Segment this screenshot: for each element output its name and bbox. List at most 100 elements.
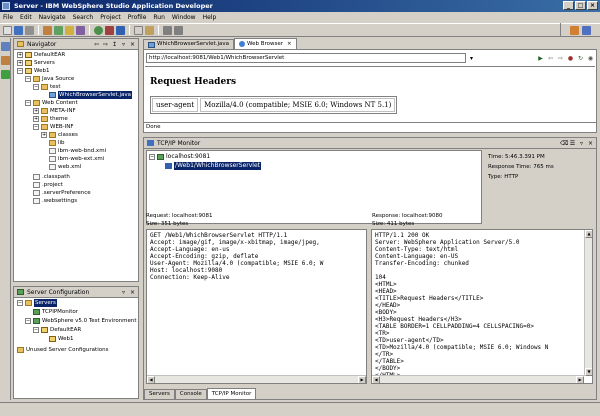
new-package-icon[interactable] bbox=[65, 25, 74, 35]
tree-item-java-source[interactable]: − Java Source bbox=[25, 75, 74, 83]
xml-file-icon bbox=[49, 164, 56, 170]
tab-tcpip-monitor[interactable]: TCP/IP Monitor bbox=[206, 388, 257, 399]
menu-dropdown-icon[interactable]: ▿ bbox=[120, 289, 127, 296]
tree-item-web1[interactable]: − Web1 bbox=[17, 67, 50, 75]
scroll-right-icon[interactable]: ▶ bbox=[358, 376, 366, 383]
tree-item-lib[interactable]: lib bbox=[49, 139, 65, 147]
tree-item-web1[interactable]: Web1 bbox=[49, 335, 74, 343]
response-body-pane[interactable]: HTTP/1.1 200 OK Server: WebSphere Applic… bbox=[371, 229, 593, 384]
request-body-pane[interactable]: GET /Web1/WhichBrowserServlet HTTP/1.1 A… bbox=[146, 229, 367, 384]
properties-icon[interactable]: ☰ bbox=[569, 140, 576, 147]
folder-icon bbox=[49, 140, 56, 146]
tree-item-meta-inf[interactable]: + META-INF bbox=[33, 107, 76, 115]
tree-item-websphere-v5[interactable]: − WebSphere v5.0 Test Environment bbox=[25, 317, 137, 325]
forward-arrow-icon[interactable]: ⇨ bbox=[102, 41, 109, 48]
tab-servers[interactable]: Servers bbox=[144, 389, 175, 399]
tab-console[interactable]: Console bbox=[174, 389, 207, 399]
url-input[interactable] bbox=[146, 53, 466, 63]
forward-icon[interactable]: ⇨ bbox=[557, 55, 564, 62]
open-project-icon[interactable] bbox=[43, 25, 52, 35]
tree-item-host[interactable]: − localhost:9081 bbox=[149, 153, 210, 161]
maximize-button[interactable]: □ bbox=[575, 1, 586, 10]
menu-window[interactable]: Window bbox=[172, 14, 196, 21]
search-icon[interactable] bbox=[134, 25, 143, 35]
server-perspective-icon[interactable] bbox=[582, 25, 591, 35]
menu-search[interactable]: Search bbox=[73, 14, 94, 21]
profile-icon[interactable] bbox=[116, 25, 125, 35]
go-icon[interactable]: ▶ bbox=[537, 55, 544, 62]
menu-navigate[interactable]: Navigate bbox=[39, 14, 66, 21]
tree-item-project[interactable]: .project bbox=[33, 181, 63, 189]
response-vscroll[interactable]: ▲ ▼ bbox=[584, 230, 592, 376]
menu-help[interactable]: Help bbox=[203, 14, 217, 21]
tree-item-unused-configs[interactable]: Unused Server Configurations bbox=[17, 346, 108, 354]
web-globe-icon[interactable]: ◉ bbox=[587, 55, 594, 62]
minimize-button[interactable]: _ bbox=[563, 1, 574, 10]
back-icon[interactable]: ⇦ bbox=[547, 55, 554, 62]
tree-item-whichbrowserservlet-java[interactable]: WhichBrowserServlet.java bbox=[49, 91, 132, 99]
request-hscroll[interactable]: ◀ ▶ bbox=[147, 375, 366, 383]
scroll-up-icon[interactable]: ▲ bbox=[585, 230, 592, 238]
tree-item-defaultear[interactable]: + DefaultEAR bbox=[17, 51, 65, 59]
server-configuration-panel: Server Configuration ▿ × − Servers TCPIPM… bbox=[13, 286, 139, 399]
tree-item-ibm-web-ext[interactable]: ibm-web-ext.xmi bbox=[49, 155, 104, 163]
tab-whichbrowserservlet-java[interactable]: WhichBrowserServlet.java bbox=[143, 39, 234, 49]
tree-item-web-content[interactable]: − Web Content bbox=[25, 99, 78, 107]
server-perspective-icon[interactable] bbox=[1, 70, 10, 79]
menu-run[interactable]: Run bbox=[153, 14, 165, 21]
view-menu-icon[interactable]: ▿ bbox=[578, 140, 585, 147]
clear-icon[interactable]: ⌫ bbox=[560, 140, 568, 147]
forward-icon[interactable] bbox=[174, 25, 183, 35]
tree-item-theme[interactable]: + theme bbox=[33, 115, 68, 123]
scroll-right-icon[interactable]: ▶ bbox=[576, 376, 584, 383]
back-icon[interactable] bbox=[163, 25, 172, 35]
scroll-left-icon[interactable]: ◀ bbox=[372, 376, 380, 383]
open-type-icon[interactable] bbox=[145, 25, 154, 35]
new-file-icon[interactable] bbox=[76, 25, 85, 35]
tree-item-test[interactable]: − test bbox=[33, 83, 61, 91]
stop-icon[interactable]: ● bbox=[567, 55, 574, 62]
url-dropdown-icon[interactable]: ▾ bbox=[468, 55, 475, 62]
close-tab-icon[interactable]: × bbox=[287, 40, 292, 49]
open-perspective-icon[interactable] bbox=[1, 42, 10, 51]
close-view-icon[interactable]: × bbox=[129, 289, 136, 296]
print-icon[interactable] bbox=[25, 25, 34, 35]
close-view-icon[interactable]: × bbox=[587, 140, 594, 147]
up-folder-icon[interactable]: ↥ bbox=[111, 41, 118, 48]
new-icon[interactable] bbox=[3, 25, 12, 35]
run-icon[interactable] bbox=[94, 25, 103, 35]
menu-profile[interactable]: Profile bbox=[128, 14, 147, 21]
menu-edit[interactable]: Edit bbox=[20, 14, 32, 21]
refresh-icon[interactable]: ↻ bbox=[577, 55, 584, 62]
perspective-icon[interactable] bbox=[570, 25, 579, 35]
tree-item-request[interactable]: /Web1/WhichBrowserServlet bbox=[165, 162, 261, 170]
tree-item-classes[interactable]: + classes bbox=[41, 131, 78, 139]
tree-item-web-inf[interactable]: − WEB-INF bbox=[33, 123, 74, 131]
tree-item-servers[interactable]: − Servers bbox=[17, 299, 57, 307]
close-button[interactable]: × bbox=[587, 1, 598, 10]
web-perspective-icon[interactable] bbox=[1, 56, 10, 65]
tree-item-classpath[interactable]: .classpath bbox=[33, 173, 70, 181]
tree-item-tcpipmonitor[interactable]: TCPIPMonitor bbox=[33, 308, 78, 316]
scroll-down-icon[interactable]: ▼ bbox=[585, 368, 592, 376]
close-view-icon[interactable]: × bbox=[129, 41, 136, 48]
tab-web-browser[interactable]: Web Browser × bbox=[233, 38, 297, 49]
tree-item-servers[interactable]: + Servers bbox=[17, 59, 55, 67]
scroll-left-icon[interactable]: ◀ bbox=[147, 376, 155, 383]
folder-icon bbox=[33, 76, 40, 82]
tree-item-serverpreference[interactable]: .serverPreference bbox=[33, 189, 91, 197]
debug-icon[interactable] bbox=[105, 25, 114, 35]
menu-file[interactable]: File bbox=[3, 14, 13, 21]
menu-project[interactable]: Project bbox=[100, 14, 121, 21]
back-arrow-icon[interactable]: ⇦ bbox=[93, 41, 100, 48]
tree-item-web-xml[interactable]: web.xml bbox=[49, 163, 81, 171]
new-class-icon[interactable] bbox=[54, 25, 63, 35]
response-hscroll[interactable]: ◀ ▶ bbox=[372, 375, 584, 383]
request-body: GET /Web1/WhichBrowserServlet HTTP/1.1 A… bbox=[150, 232, 324, 281]
status-bar bbox=[0, 402, 600, 416]
tree-item-defaultear[interactable]: − DefaultEAR bbox=[33, 326, 81, 334]
tree-item-websettings[interactable]: .websettings bbox=[33, 197, 77, 205]
filter-icon[interactable]: ▿ bbox=[120, 41, 127, 48]
save-icon[interactable] bbox=[14, 25, 23, 35]
tree-item-ibm-web-bnd[interactable]: ibm-web-bnd.xmi bbox=[49, 147, 106, 155]
